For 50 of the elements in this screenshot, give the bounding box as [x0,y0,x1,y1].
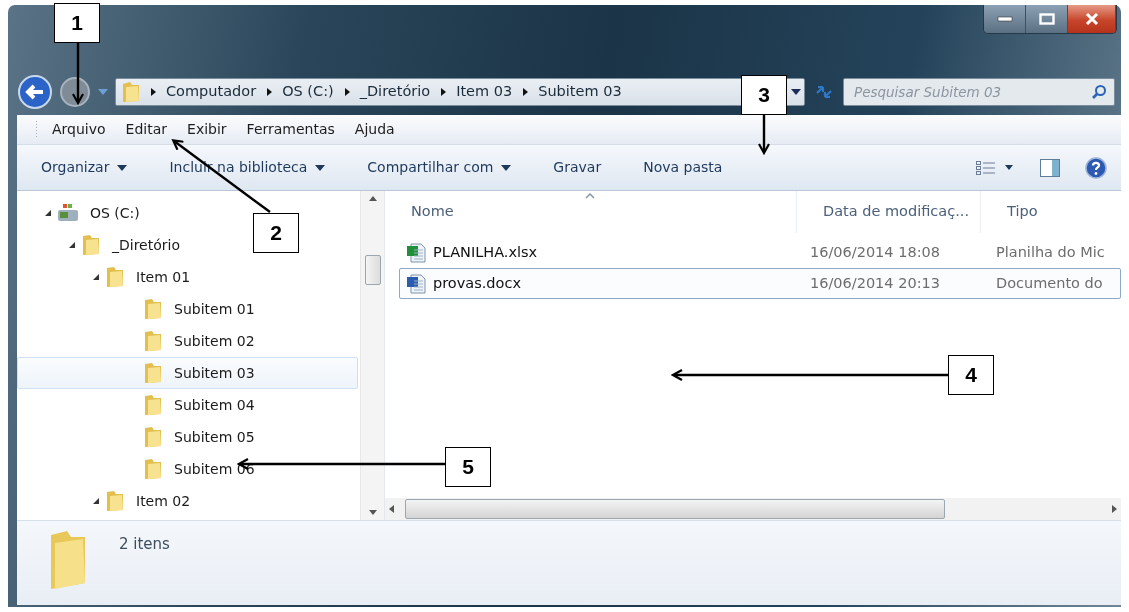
toolbar-button[interactable]: Nova pasta [633,153,733,182]
callout-number: 1 [54,3,100,43]
tree-item[interactable]: Item 02 [17,485,192,517]
tree-label: OS (C:) [90,203,140,223]
file-name: provas.docx [433,273,521,293]
toolbar-button[interactable]: Organizar [31,153,138,182]
breadcrumb-item[interactable]: Subitem 03 [538,81,622,103]
tree-label: Item 02 [136,491,191,511]
tree-item[interactable]: OS (C:) [17,197,141,229]
breadcrumb-item[interactable]: _Diretório [359,81,431,103]
toolbar-button[interactable]: Compartilhar com [357,153,522,182]
search-field[interactable]: Pesquisar Subitem 03 [843,78,1115,106]
tree-item[interactable]: Subitem 05 [17,421,256,453]
file-row[interactable]: PLANILHA.xlsx 16/06/2014 18:08 Planilha do Mic [399,237,1121,268]
callout-number: 5 [445,447,491,487]
tree-label: Subitem 05 [174,427,255,447]
menu-item[interactable]: Ferramentas [236,117,345,142]
tree-label: _Diretório [112,235,180,255]
breadcrumb-item[interactable]: Item 03 [456,81,513,103]
tree-item[interactable]: Item 01 [17,261,192,293]
menu-item[interactable]: Exibir [177,117,237,142]
file-type: Planilha do Mic [995,242,1105,262]
tree-item[interactable]: Subitem 04 [17,389,256,421]
menu-item[interactable]: Arquivo [42,117,116,142]
tree-item[interactable]: Subitem 02 [17,325,256,357]
file-row[interactable]: provas.docx 16/06/2014 20:13 Documento do [399,268,1121,299]
tree-label: Subitem 01 [174,299,255,319]
tree-label: Subitem 03 [174,363,255,383]
item-count: 2 itens [119,534,170,555]
tree-label: Item 01 [136,267,191,287]
toolbar-button[interactable]: Gravar [543,153,612,182]
tree-label: Subitem 02 [174,331,255,351]
tree-item[interactable]: Subitem 03 [17,357,358,389]
callout-number: 2 [253,213,299,253]
tree-item[interactable]: _Diretório [17,229,181,261]
column-header[interactable]: Tipo [981,191,1121,233]
callout-number: 3 [741,75,787,115]
callout-number: 4 [948,355,994,395]
tree-label: Subitem 04 [174,395,255,415]
breadcrumb-item[interactable]: OS (C:) [282,81,334,103]
breadcrumb-item[interactable]: Computador [166,81,257,103]
file-date: 16/06/2014 18:08 [809,242,941,262]
menu-item[interactable]: Ajuda [344,117,405,142]
menu-item[interactable]: Editar [115,117,178,142]
column-header[interactable]: Data de modificaç... [797,191,981,233]
file-name: PLANILHA.xlsx [433,242,538,262]
file-date: 16/06/2014 20:13 [809,273,941,293]
file-type: Documento do [995,273,1103,293]
tree-item[interactable]: Subitem 01 [17,293,256,325]
column-header[interactable]: Nome [385,191,797,233]
